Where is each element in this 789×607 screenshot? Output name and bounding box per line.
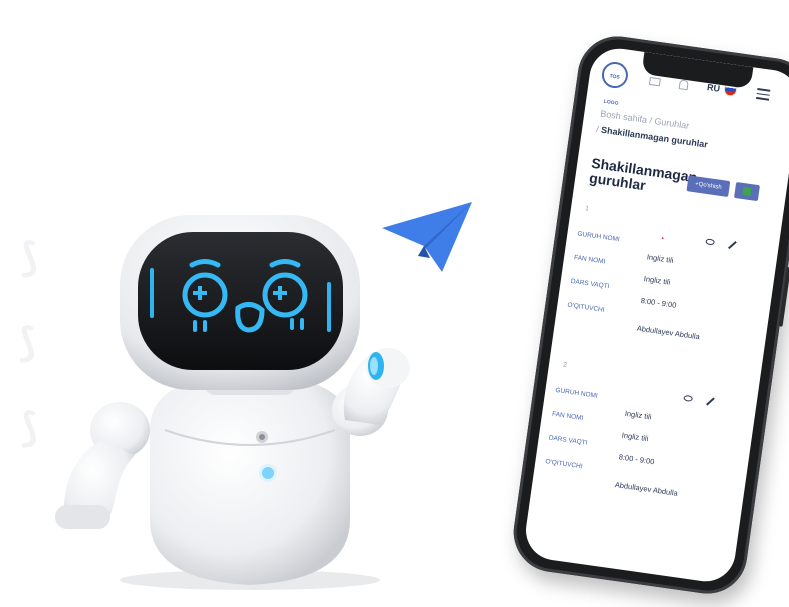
group-label: O'QITUVCHI <box>566 301 605 314</box>
illustration: ⟆ ⟆ ⟆ TOS LOGO RU Bosh sahifa / Guruhlar… <box>0 0 789 607</box>
breadcrumb-current: Shakillanmagan guruhlar <box>600 124 709 150</box>
group-label: FAN NOMI <box>573 254 606 266</box>
group-label: GURUH NOMI <box>576 230 621 244</box>
mail-icon[interactable] <box>648 76 661 87</box>
group-value: Ingliz tili <box>621 430 649 444</box>
bell-icon[interactable] <box>678 79 689 91</box>
group-card: 2 GURUH NOMI Ingliz tili FAN NOMI Ingliz… <box>545 361 738 498</box>
breadcrumb-groups[interactable]: Guruhlar <box>654 116 690 131</box>
add-button[interactable]: +Qo'shish <box>686 175 731 197</box>
group-label: O'QITUVCHI <box>544 458 583 471</box>
excel-icon <box>742 187 752 197</box>
group-label: FAN NOMI <box>551 410 584 422</box>
group-value: Ingliz tili <box>624 408 653 422</box>
university-logo-icon[interactable]: TOS LOGO <box>600 60 630 107</box>
group-value: Abdullayev Abdulla <box>636 323 701 342</box>
breadcrumb-current-row: / Shakillanmagan guruhlar <box>596 124 709 150</box>
group-value: 8:00 - 9:00 <box>640 295 677 310</box>
group-card: 1 GURUH NOMI Ingliz tili FAN NOMI Ingliz… <box>567 205 760 341</box>
group-value: Ingliz tili <box>643 274 671 287</box>
breadcrumb-home[interactable]: Bosh sahifa <box>600 108 648 124</box>
page-title: Shakillanmagan guruhlar <box>588 154 699 194</box>
group-index: 2 <box>562 361 568 370</box>
group-value: Ingliz tili <box>646 252 675 265</box>
pencil-icon[interactable] <box>728 240 737 250</box>
group-label: DARS VAQTI <box>570 277 610 291</box>
pencil-icon[interactable] <box>706 397 715 406</box>
group-label: DARS VAQTI <box>548 434 588 447</box>
breadcrumb-separator: / <box>648 115 653 126</box>
paper-plane-icon <box>382 202 472 272</box>
group-index: 1 <box>584 205 590 213</box>
hamburger-menu-icon[interactable] <box>756 88 771 103</box>
eye-icon[interactable] <box>705 238 716 246</box>
group-value: 8:00 - 9:00 <box>618 452 655 467</box>
group-value: Abdullayev Abdulla <box>614 480 679 498</box>
group-label: GURUH NOMI <box>554 386 599 400</box>
export-excel-button[interactable] <box>734 181 760 202</box>
breadcrumb-separator: / <box>595 124 600 135</box>
status-dot <box>661 237 664 240</box>
eye-icon[interactable] <box>683 394 694 402</box>
